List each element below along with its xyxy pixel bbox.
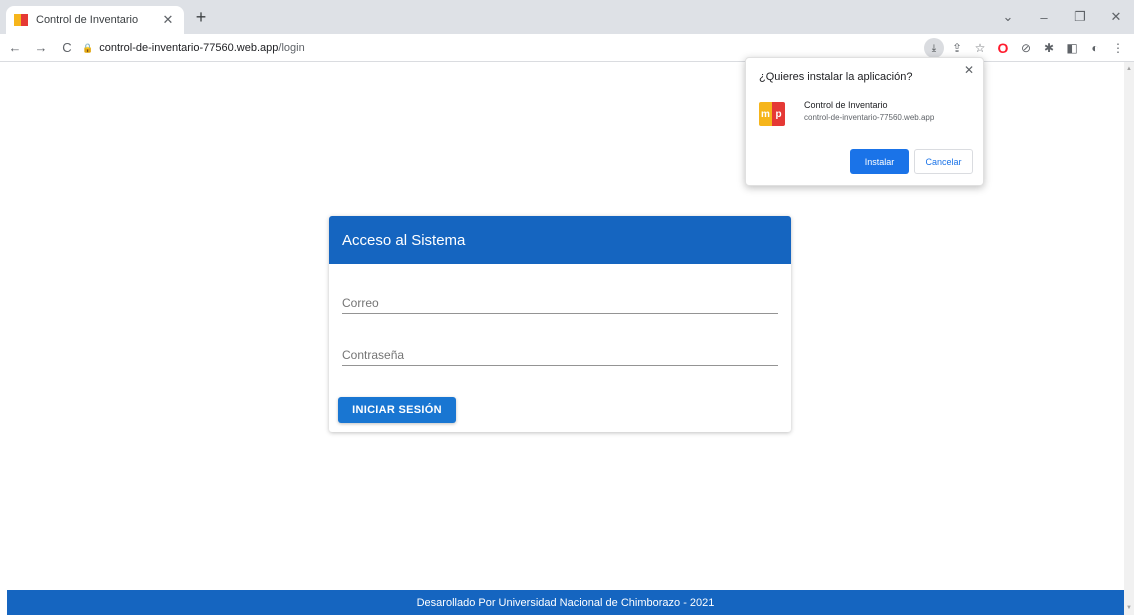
lock-icon[interactable]: 🔒 <box>82 43 93 54</box>
tab-strip: Control de Inventario ✕ + ⌄ – ❐ ✕ <box>0 0 1134 34</box>
install-app-icon[interactable]: ⤓ <box>924 38 944 58</box>
tab-close-icon[interactable]: ✕ <box>160 12 176 28</box>
app-favicon-icon <box>14 14 28 26</box>
opera-icon[interactable]: O <box>993 38 1013 58</box>
tab-title: Control de Inventario <box>36 14 139 26</box>
back-button[interactable]: ← <box>4 40 26 55</box>
logo-letter-m: m <box>759 102 772 126</box>
bookmark-star-icon[interactable]: ☆ <box>970 38 990 58</box>
password-field[interactable] <box>342 338 778 366</box>
email-input[interactable] <box>342 286 778 313</box>
forward-button[interactable]: → <box>30 40 52 55</box>
install-app-popup: ¿Quieres instalar la aplicación? ✕ m p C… <box>745 57 984 186</box>
login-card: Acceso al Sistema INICIAR SESIÓN <box>329 216 791 432</box>
minimize-button[interactable]: – <box>1026 10 1062 25</box>
new-tab-button[interactable]: + <box>190 7 212 27</box>
popup-close-icon[interactable]: ✕ <box>964 63 974 77</box>
restore-button[interactable]: ❐ <box>1062 9 1098 25</box>
logo-letter-p: p <box>772 102 785 126</box>
popup-app-url: control-de-inventario-77560.web.app <box>804 113 935 122</box>
tab-search-dropdown-icon[interactable]: ⌄ <box>990 9 1026 25</box>
login-button[interactable]: INICIAR SESIÓN <box>338 397 456 423</box>
side-panel-icon[interactable]: ◧ <box>1062 38 1082 58</box>
share-icon[interactable]: ⇪ <box>947 38 967 58</box>
browser-window: Control de Inventario ✕ + ⌄ – ❐ ✕ ← → C … <box>0 0 1134 615</box>
url-path: /login <box>278 42 305 54</box>
password-input[interactable] <box>342 338 778 365</box>
install-button[interactable]: Instalar <box>850 149 909 174</box>
url-host: control-de-inventario-77560.web.app <box>99 42 279 54</box>
footer: Desarollado Por Universidad Nacional de … <box>7 590 1124 615</box>
reload-button[interactable]: C <box>56 40 78 55</box>
toolbar-icons: ⤓ ⇪ ☆ O ⊘ ✱ ◧ ◐ ⋮ <box>924 37 1128 59</box>
login-card-header: Acceso al Sistema <box>329 216 791 264</box>
extensions-icon[interactable]: ✱ <box>1039 38 1059 58</box>
cancel-button[interactable]: Cancelar <box>914 149 973 174</box>
block-icon[interactable]: ⊘ <box>1016 38 1036 58</box>
browser-tab[interactable]: Control de Inventario ✕ <box>6 6 184 34</box>
menu-icon[interactable]: ⋮ <box>1108 38 1128 58</box>
popup-title: ¿Quieres instalar la aplicación? <box>759 71 913 83</box>
scrollbar[interactable]: ▲ ▼ <box>1124 62 1134 615</box>
profile-icon[interactable]: ◐ <box>1085 38 1105 58</box>
login-title: Acceso al Sistema <box>342 231 466 249</box>
close-window-button[interactable]: ✕ <box>1098 9 1134 25</box>
scroll-down-icon[interactable]: ▼ <box>1124 605 1134 611</box>
app-logo-icon: m p <box>759 102 785 126</box>
address-bar[interactable]: 🔒 control-de-inventario-77560.web.app /l… <box>82 37 934 59</box>
window-controls: ⌄ – ❐ ✕ <box>990 0 1134 34</box>
email-field[interactable] <box>342 286 778 314</box>
footer-text: Desarollado Por Universidad Nacional de … <box>416 596 715 609</box>
scroll-up-icon[interactable]: ▲ <box>1124 66 1134 72</box>
popup-app-name: Control de Inventario <box>804 100 888 110</box>
